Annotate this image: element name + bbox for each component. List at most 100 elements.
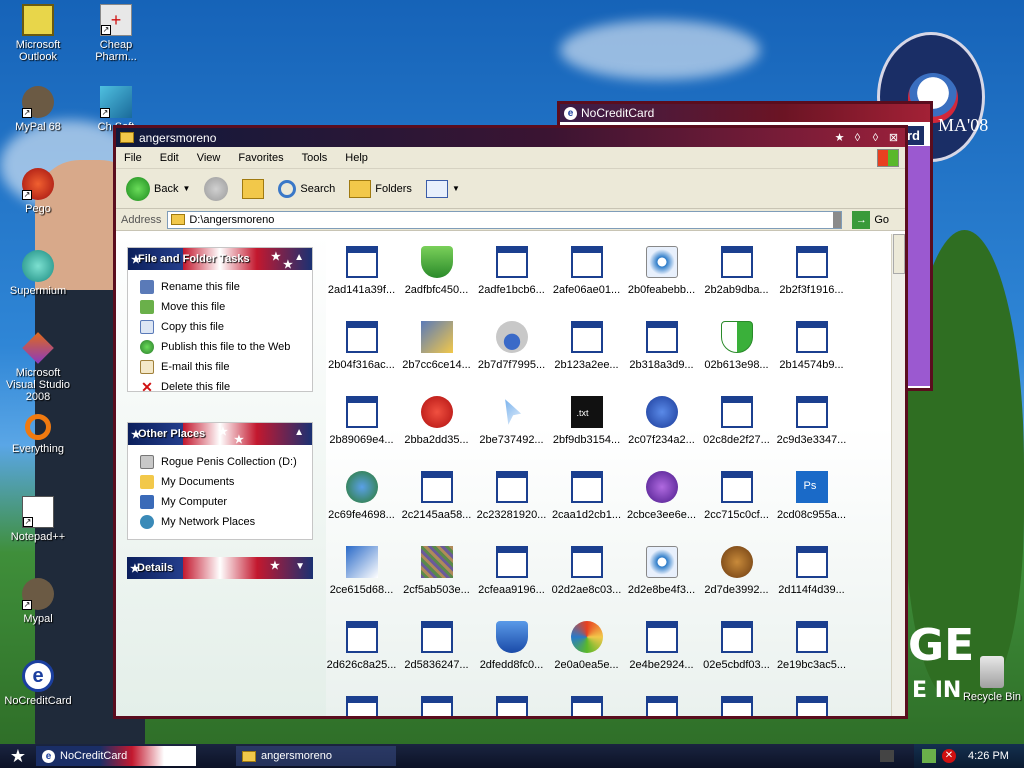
file-item[interactable]: 2be737492...: [474, 384, 549, 446]
file-item[interactable]: .txt 2bf9db3154...: [549, 384, 624, 446]
search-button[interactable]: Search: [274, 178, 339, 200]
file-item[interactable]: 2b123a2ee...: [549, 309, 624, 371]
forward-button[interactable]: [200, 175, 232, 203]
file-item[interactable]: 2c69fe4698...: [324, 459, 399, 521]
file-item[interactable]: 2c9d3e3347...: [774, 384, 849, 446]
file-item[interactable]: 2d114f4d39...: [774, 534, 849, 596]
file-item[interactable]: Ps 2cd08c955a...: [774, 459, 849, 521]
file-item[interactable]: 2b89069e4...: [324, 384, 399, 446]
desktop-icon-outlook[interactable]: Microsoft Outlook: [0, 4, 76, 63]
file-item[interactable]: 2d5836247...: [399, 609, 474, 671]
place-my-documents[interactable]: My Documents: [128, 472, 312, 492]
desktop-icon-pego[interactable]: ↗ Pego: [0, 168, 76, 215]
go-button[interactable]: → Go: [852, 210, 889, 229]
dropdown-icon[interactable]: [833, 211, 842, 228]
file-item[interactable]: 2b7cc6ce14...: [399, 309, 474, 371]
menu-file[interactable]: File: [124, 152, 142, 164]
file-item[interactable]: 2b318a3d9...: [624, 309, 699, 371]
file-item-partial[interactable]: [324, 684, 399, 716]
taskbar-task-explorer[interactable]: angersmoreno: [236, 746, 396, 766]
file-item[interactable]: 2ad141a39f...: [324, 234, 399, 296]
folders-button[interactable]: Folders: [345, 178, 416, 200]
task-copy[interactable]: Copy this file: [128, 317, 312, 337]
file-item[interactable]: 2bba2dd35...: [399, 384, 474, 446]
file-item[interactable]: 2d7de3992...: [699, 534, 774, 596]
file-item[interactable]: 02d2ae8c03...: [549, 534, 624, 596]
file-item-partial[interactable]: [474, 684, 549, 716]
file-item[interactable]: 2b2f3f1916...: [774, 234, 849, 296]
desktop-icon-nocreditcard[interactable]: e NoCreditCard: [0, 660, 76, 707]
file-item[interactable]: 02c8de2f27...: [699, 384, 774, 446]
file-item[interactable]: 2e0a0ea5e...: [549, 609, 624, 671]
file-item[interactable]: 2e4be2924...: [624, 609, 699, 671]
task-rename[interactable]: Rename this file: [128, 277, 312, 297]
maximize-button[interactable]: ◊: [868, 130, 883, 145]
file-item-partial[interactable]: [399, 684, 474, 716]
file-item[interactable]: 2d2e8be4f3...: [624, 534, 699, 596]
file-item[interactable]: 2cc715c0cf...: [699, 459, 774, 521]
views-button[interactable]: ▼: [422, 178, 464, 200]
desktop-icon-cheap-pharm[interactable]: + ↗ Cheap Pharm...: [78, 4, 154, 63]
taskbar-task-nocreditcard[interactable]: e NoCreditCard: [36, 746, 196, 766]
desktop-icon-mypal68[interactable]: ↗ MyPal 68: [0, 86, 76, 133]
other-places-header[interactable]: ★ ★ ★ Other Places ▲: [128, 423, 312, 446]
nocreditcard-titlebar[interactable]: e NoCreditCard: [560, 104, 930, 122]
file-item[interactable]: 2dfedd8fc0...: [474, 609, 549, 671]
task-email[interactable]: E-mail this file: [128, 357, 312, 377]
file-item[interactable]: 2cfeaa9196...: [474, 534, 549, 596]
file-tasks-header[interactable]: ★ ★ ★ File and Folder Tasks ▲: [128, 248, 312, 271]
file-item[interactable]: 2ce615d68...: [324, 534, 399, 596]
file-item[interactable]: 2adfe1bcb6...: [474, 234, 549, 296]
details-header[interactable]: ★ ★ Details ▼: [127, 557, 313, 579]
explorer-titlebar[interactable]: angersmoreno ★ ◊ ◊ ⊠: [116, 128, 905, 147]
file-item[interactable]: 02b613e98...: [699, 309, 774, 371]
menu-tools[interactable]: Tools: [302, 152, 328, 164]
file-item[interactable]: 02e5cbdf03...: [699, 609, 774, 671]
explorer-window[interactable]: angersmoreno ★ ◊ ◊ ⊠ File Edit View Favo…: [113, 125, 908, 719]
file-item[interactable]: 2adfbfc450...: [399, 234, 474, 296]
network-tray-icon[interactable]: [922, 749, 936, 763]
task-publish[interactable]: Publish this file to the Web: [128, 337, 312, 357]
desktop-icon-notepadpp[interactable]: ↗ Notepad++: [0, 496, 76, 543]
place-rogue-drive[interactable]: Rogue Penis Collection (D:): [128, 452, 312, 472]
file-item[interactable]: 2e19bc3ac5...: [774, 609, 849, 671]
desktop-icon-mypal[interactable]: ↗ Mypal: [0, 578, 76, 625]
file-item-partial[interactable]: [774, 684, 849, 716]
desktop-icon-supermium[interactable]: Supermium: [0, 250, 76, 297]
file-item-partial[interactable]: [624, 684, 699, 716]
clock[interactable]: 4:26 PM: [968, 750, 1009, 762]
file-item[interactable]: 2cbce3ee6e...: [624, 459, 699, 521]
scrollbar-thumb[interactable]: [893, 234, 905, 274]
start-button[interactable]: ★: [0, 744, 36, 768]
file-item[interactable]: 2c2145aa58...: [399, 459, 474, 521]
file-item[interactable]: 2b14574b9...: [774, 309, 849, 371]
alert-tray-icon[interactable]: ✕: [942, 749, 956, 763]
up-folder-button[interactable]: [238, 177, 268, 201]
close-button[interactable]: ⊠: [886, 130, 901, 145]
file-item-partial[interactable]: [549, 684, 624, 716]
file-item[interactable]: 2afe06ae01...: [549, 234, 624, 296]
minimize-button[interactable]: ◊: [850, 130, 865, 145]
vertical-scrollbar[interactable]: [891, 234, 905, 716]
file-item-partial[interactable]: [699, 684, 774, 716]
file-item[interactable]: 2cf5ab503e...: [399, 534, 474, 596]
task-move[interactable]: Move this file: [128, 297, 312, 317]
menu-view[interactable]: View: [197, 152, 221, 164]
keyboard-icon[interactable]: [880, 750, 894, 762]
file-item[interactable]: 2c07f234a2...: [624, 384, 699, 446]
menu-help[interactable]: Help: [345, 152, 368, 164]
back-button[interactable]: Back ▼: [122, 175, 194, 203]
file-item[interactable]: 2b04f316ac...: [324, 309, 399, 371]
desktop-icon-recycle-bin[interactable]: Recycle Bin: [962, 656, 1022, 703]
file-item[interactable]: 2caa1d2cb1...: [549, 459, 624, 521]
file-item[interactable]: 2b7d7f7995...: [474, 309, 549, 371]
menu-edit[interactable]: Edit: [160, 152, 179, 164]
desktop-icon-everything[interactable]: Everything: [0, 414, 76, 455]
task-delete[interactable]: ✕ Delete this file: [128, 377, 312, 397]
menu-favorites[interactable]: Favorites: [238, 152, 283, 164]
place-my-network[interactable]: My Network Places: [128, 512, 312, 532]
file-item[interactable]: 2b0feabebb...: [624, 234, 699, 296]
file-item[interactable]: 2c23281920...: [474, 459, 549, 521]
address-input[interactable]: D:\angersmoreno: [167, 210, 843, 229]
desktop-icon-visual-studio[interactable]: Microsoft Visual Studio 2008: [0, 332, 76, 403]
